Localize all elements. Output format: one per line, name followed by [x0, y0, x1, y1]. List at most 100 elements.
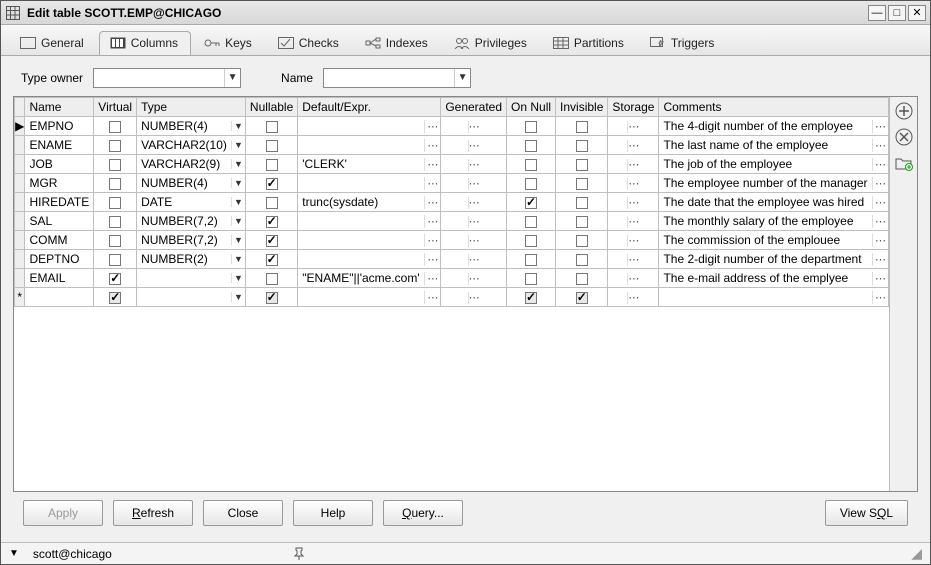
checkbox[interactable]: [109, 216, 121, 228]
row-marker[interactable]: [15, 231, 25, 250]
cell-comment[interactable]: The last name of the employee⋯: [659, 136, 888, 154]
maximize-button[interactable]: □: [888, 5, 906, 21]
status-caret-icon[interactable]: ▼: [9, 548, 19, 559]
ellipsis-icon[interactable]: ⋯: [424, 253, 440, 266]
col-header[interactable]: Name: [25, 98, 94, 117]
ellipsis-icon[interactable]: ⋯: [872, 158, 888, 171]
apply-button[interactable]: Apply: [23, 500, 103, 526]
ellipsis-icon[interactable]: ⋯: [424, 177, 440, 190]
row-marker[interactable]: [15, 250, 25, 269]
close-button[interactable]: Close: [203, 500, 283, 526]
tab-general[interactable]: General: [9, 31, 97, 55]
ellipsis-icon[interactable]: ⋯: [468, 254, 480, 266]
cell-comment[interactable]: The date that the employee was hired⋯: [659, 193, 888, 211]
ellipsis-icon[interactable]: ⋯: [424, 120, 440, 133]
table-row[interactable]: ▶EMPNONUMBER(4)▼⋯⋯⋯The 4-digit number of…: [15, 117, 889, 136]
chevron-down-icon[interactable]: ▼: [231, 178, 245, 188]
cell-type[interactable]: ▼: [137, 269, 245, 287]
ellipsis-icon[interactable]: ⋯: [468, 140, 480, 152]
chevron-down-icon[interactable]: ▼: [231, 254, 245, 264]
tab-indexes[interactable]: Indexes: [354, 31, 441, 55]
chevron-down-icon[interactable]: ▼: [231, 216, 245, 226]
chevron-down-icon[interactable]: ▼: [454, 69, 470, 87]
checkbox[interactable]: [525, 159, 537, 171]
cell-comment[interactable]: The 2-digit number of the department⋯: [659, 250, 888, 268]
ellipsis-icon[interactable]: ⋯: [872, 120, 888, 133]
type-owner-input[interactable]: [94, 69, 224, 87]
col-header[interactable]: Nullable: [245, 98, 297, 117]
checkbox[interactable]: [109, 292, 121, 304]
ellipsis-icon[interactable]: ⋯: [468, 121, 480, 133]
cell-name[interactable]: JOB: [25, 155, 93, 173]
ellipsis-icon[interactable]: ⋯: [872, 253, 888, 266]
col-header[interactable]: Invisible: [556, 98, 608, 117]
checkbox[interactable]: [266, 121, 278, 133]
cell-type[interactable]: VARCHAR2(10)▼: [137, 136, 245, 154]
table-row[interactable]: ENAMEVARCHAR2(10)▼⋯⋯⋯The last name of th…: [15, 136, 889, 155]
tab-checks[interactable]: Checks: [267, 31, 352, 55]
ellipsis-icon[interactable]: ⋯: [872, 196, 888, 209]
ellipsis-icon[interactable]: ⋯: [468, 159, 480, 171]
resize-grip-icon[interactable]: ◢: [911, 545, 922, 562]
col-header[interactable]: Generated: [441, 98, 507, 117]
cell-comment[interactable]: The job of the employee⋯: [659, 155, 888, 173]
checkbox[interactable]: [266, 140, 278, 152]
tab-keys[interactable]: Keys: [193, 31, 265, 55]
ellipsis-icon[interactable]: ⋯: [627, 178, 639, 190]
chevron-down-icon[interactable]: ▼: [231, 140, 245, 150]
checkbox[interactable]: [576, 159, 588, 171]
ellipsis-icon[interactable]: ⋯: [872, 139, 888, 152]
cell-default[interactable]: trunc(sysdate)⋯: [298, 193, 440, 211]
checkbox[interactable]: [525, 178, 537, 190]
ellipsis-icon[interactable]: ⋯: [424, 215, 440, 228]
tab-partitions[interactable]: Partitions: [542, 31, 637, 55]
checkbox[interactable]: [525, 273, 537, 285]
columns-grid[interactable]: NameVirtualTypeNullableDefault/Expr.Gene…: [14, 97, 889, 491]
row-marker[interactable]: ▶: [15, 117, 25, 136]
row-marker[interactable]: [15, 212, 25, 231]
checkbox[interactable]: [266, 178, 278, 190]
name-combo[interactable]: ▼: [323, 68, 471, 88]
cell-comment[interactable]: The employee number of the manager⋯: [659, 174, 888, 192]
ellipsis-icon[interactable]: ⋯: [872, 272, 888, 285]
table-row[interactable]: DEPTNONUMBER(2)▼⋯⋯⋯The 2-digit number of…: [15, 250, 889, 269]
ellipsis-icon[interactable]: ⋯: [627, 159, 639, 171]
row-marker[interactable]: [15, 174, 25, 193]
ellipsis-icon[interactable]: ⋯: [468, 235, 480, 247]
ellipsis-icon[interactable]: ⋯: [627, 292, 639, 304]
cell-type[interactable]: NUMBER(2)▼: [137, 250, 245, 268]
ellipsis-icon[interactable]: ⋯: [627, 273, 639, 285]
ellipsis-icon[interactable]: ⋯: [872, 215, 888, 228]
cell-type[interactable]: NUMBER(7,2)▼: [137, 231, 245, 249]
table-row[interactable]: SALNUMBER(7,2)▼⋯⋯⋯The monthly salary of …: [15, 212, 889, 231]
cell-type[interactable]: VARCHAR2(9)▼: [137, 155, 245, 173]
table-new-row[interactable]: *▼⋯⋯⋯⋯: [15, 288, 889, 307]
checkbox[interactable]: [109, 273, 121, 285]
new-row-marker[interactable]: *: [15, 288, 25, 307]
ellipsis-icon[interactable]: ⋯: [468, 273, 480, 285]
checkbox[interactable]: [266, 197, 278, 209]
tab-privileges[interactable]: Privileges: [443, 31, 540, 55]
ellipsis-icon[interactable]: ⋯: [424, 234, 440, 247]
checkbox[interactable]: [576, 235, 588, 247]
table-row[interactable]: HIREDATEDATE▼trunc(sysdate)⋯⋯⋯The date t…: [15, 193, 889, 212]
checkbox[interactable]: [525, 216, 537, 228]
cell-name[interactable]: SAL: [25, 212, 93, 230]
ellipsis-icon[interactable]: ⋯: [424, 272, 440, 285]
cell-name[interactable]: COMM: [25, 231, 93, 249]
checkbox[interactable]: [109, 254, 121, 266]
checkbox[interactable]: [266, 292, 278, 304]
ellipsis-icon[interactable]: ⋯: [627, 197, 639, 209]
cell-type[interactable]: NUMBER(4)▼: [137, 174, 245, 192]
col-header[interactable]: Comments: [659, 98, 889, 117]
checkbox[interactable]: [109, 159, 121, 171]
name-input[interactable]: [324, 69, 454, 87]
ellipsis-icon[interactable]: ⋯: [627, 140, 639, 152]
chevron-down-icon[interactable]: ▼: [231, 197, 245, 207]
col-header[interactable]: Virtual: [94, 98, 137, 117]
col-header[interactable]: Storage: [608, 98, 659, 117]
row-marker[interactable]: [15, 269, 25, 288]
table-row[interactable]: JOBVARCHAR2(9)▼'CLERK'⋯⋯⋯The job of the …: [15, 155, 889, 174]
tab-triggers[interactable]: Triggers: [639, 31, 728, 55]
checkbox[interactable]: [109, 178, 121, 190]
